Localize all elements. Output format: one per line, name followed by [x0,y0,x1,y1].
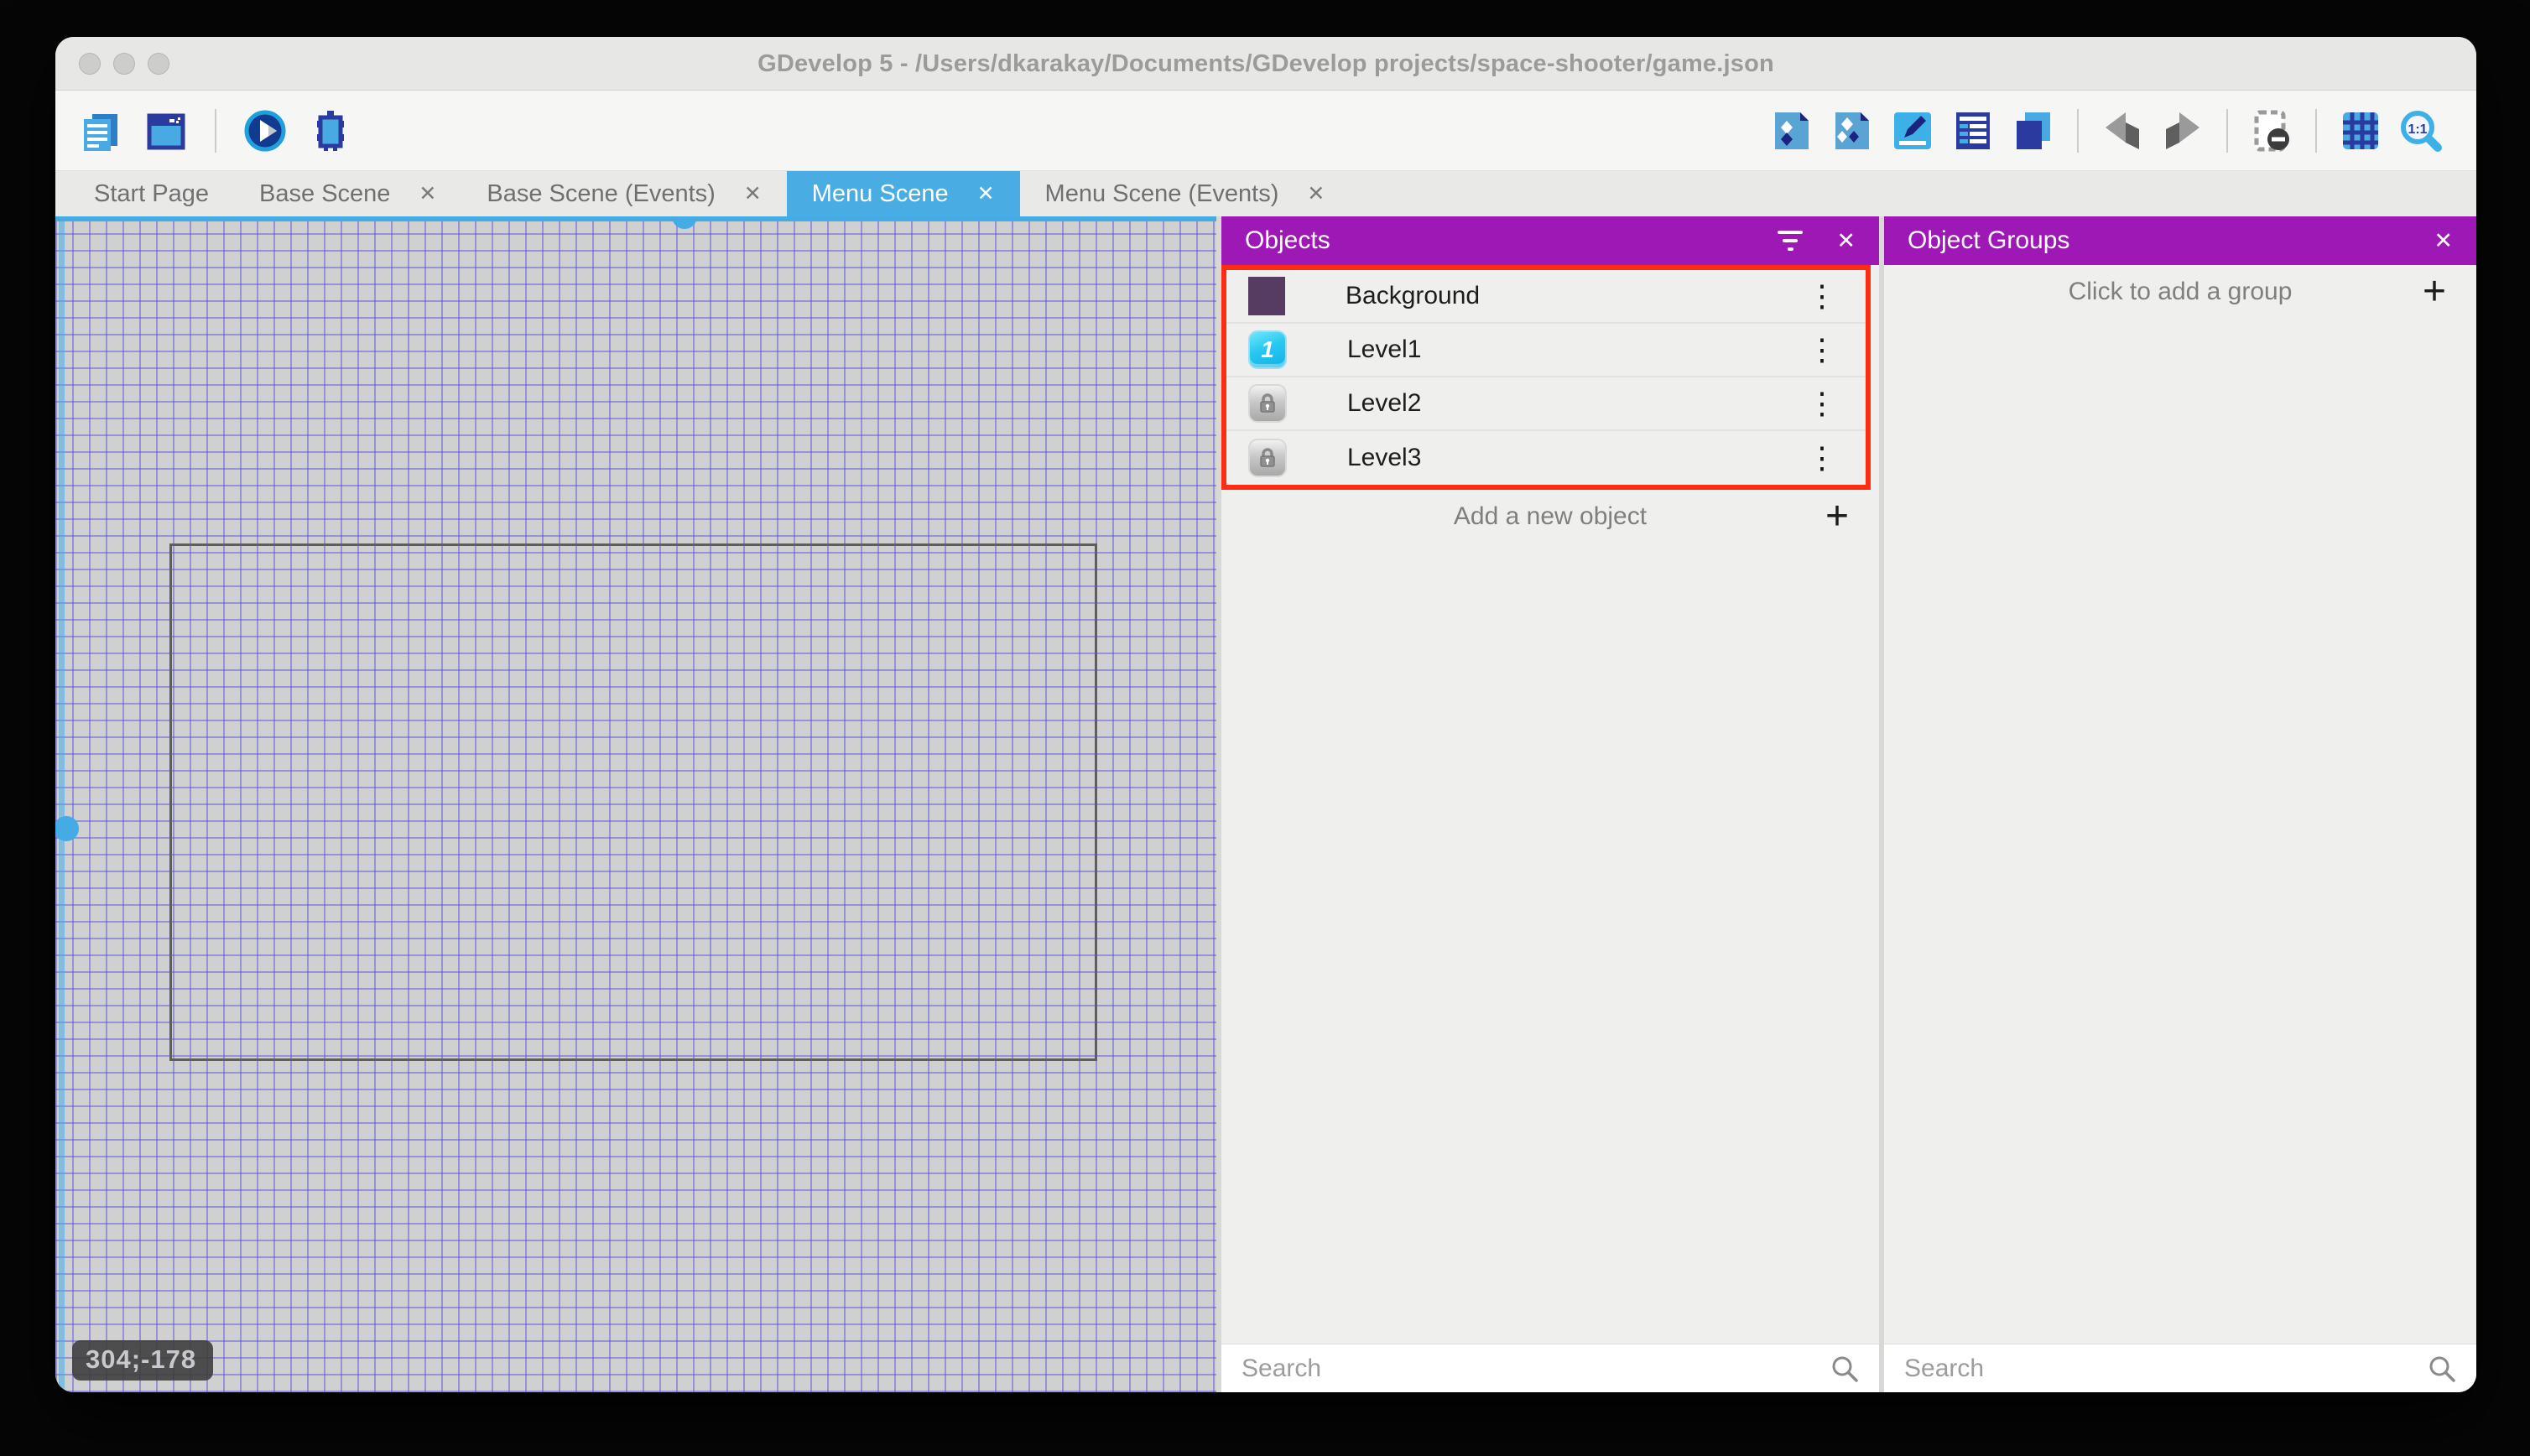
level1-badge: 1 [1261,336,1274,362]
object-groups-panel-header: Object Groups ✕ [1884,216,2476,265]
object-name: Background [1346,282,1481,309]
add-group-label: Click to add a group [2068,278,2293,305]
tab-label: Menu Scene [811,179,949,207]
tab-menu-scene-events[interactable]: Menu Scene (Events) ✕ [1020,171,1351,216]
plus-icon[interactable]: + [2423,272,2446,312]
play-button[interactable] [242,107,289,154]
close-tab-icon[interactable]: ✕ [1307,183,1325,205]
close-tab-icon[interactable]: ✕ [419,183,436,205]
toggle-grid-icon[interactable] [2337,107,2384,154]
close-tab-icon[interactable]: ✕ [744,183,762,205]
undo-icon[interactable] [2099,107,2146,154]
redo-icon[interactable] [2159,107,2206,154]
tab-label: Start Page [94,179,210,207]
objects-list-highlight: Background ⋮ 1 Level1 ⋮ Level2 ⋮ Level3 … [1221,265,1871,490]
search-icon[interactable] [1830,1355,1859,1383]
toolbar-divider [2226,108,2228,153]
lock-icon [1248,384,1287,423]
object-groups-panel: Object Groups ✕ Click to add a group + [1879,216,2476,1392]
toolbar-divider [2077,108,2079,153]
selection-top-handle[interactable] [672,216,697,229]
tab-base-scene-events[interactable]: Base Scene (Events) ✕ [461,171,786,216]
objects-search-input[interactable] [1242,1354,1830,1383]
object-menu-icon[interactable]: ⋮ [1807,443,1837,473]
object-menu-icon[interactable]: ⋮ [1807,281,1837,311]
zoom-ratio-label: 1:1 [2408,122,2427,137]
zoom-original-icon[interactable]: 1:1 [2397,107,2444,154]
objects-panel-title: Objects [1245,226,1330,254]
window-title: GDevelop 5 - /Users/dkarakay/Documents/G… [757,49,1774,77]
tab-start-page[interactable]: Start Page [69,171,234,216]
background-object-icon [1248,277,1285,315]
object-row-level3[interactable]: Level3 ⋮ [1226,431,1866,485]
scene-canvas[interactable]: 304;-178 [55,216,1216,1392]
toggle-mask-icon[interactable] [2248,107,2295,154]
toolbar-right-group: 1:1 [1768,107,2476,154]
close-object-groups-panel-icon[interactable]: ✕ [2434,229,2453,252]
level1-object-icon: 1 [1248,330,1287,369]
objects-search-bar [1221,1344,1879,1392]
objects-panel-empty-area [1221,543,1879,1344]
selection-left-handle[interactable] [55,816,79,841]
object-row-level1[interactable]: 1 Level1 ⋮ [1226,324,1866,377]
scene-window-icon[interactable] [143,107,190,154]
lock-icon [1248,439,1287,477]
tab-base-scene[interactable]: Base Scene ✕ [234,171,461,216]
toolbar-left-group [55,107,354,154]
object-row-background[interactable]: Background ⋮ [1226,270,1866,324]
export-object-icon[interactable] [1768,107,1815,154]
objects-list-icon[interactable] [1829,107,1876,154]
object-name: Level3 [1347,444,1422,471]
tab-label: Base Scene [259,179,391,207]
tab-menu-scene[interactable]: Menu Scene ✕ [786,171,1020,216]
add-object-button[interactable]: Add a new object + [1221,490,1879,543]
edit-scene-icon[interactable] [1889,107,1936,154]
object-menu-icon[interactable]: ⋮ [1807,335,1837,365]
layers-icon[interactable] [2010,107,2057,154]
toolbar-divider [215,108,216,153]
project-manager-icon[interactable] [77,107,124,154]
tab-label: Base Scene (Events) [487,179,716,207]
filter-icon[interactable] [1778,231,1804,251]
scene-window-frame [169,543,1097,1061]
cursor-coordinates-badge: 304;-178 [72,1340,214,1381]
instances-list-icon[interactable] [1950,107,1996,154]
editor-tab-bar: Start Page Base Scene ✕ Base Scene (Even… [55,171,2476,216]
main-toolbar: 1:1 [55,91,2476,171]
plus-icon[interactable]: + [1825,497,1849,537]
object-menu-icon[interactable]: ⋮ [1807,388,1837,419]
selection-top-edge [55,216,1216,229]
add-group-button[interactable]: Click to add a group + [1884,265,2476,319]
close-objects-panel-icon[interactable]: ✕ [1836,229,1856,252]
title-bar: GDevelop 5 - /Users/dkarakay/Documents/G… [55,37,2476,91]
selection-left-edge [55,216,79,1392]
search-icon[interactable] [2428,1355,2456,1383]
objects-panel-header: Objects ✕ [1221,216,1879,265]
object-groups-search-input[interactable] [1904,1354,2428,1383]
gdevelop-window: GDevelop 5 - /Users/dkarakay/Documents/G… [55,37,2476,1392]
objects-panel: Objects ✕ Background ⋮ 1 Level1 ⋮ Level2… [1216,216,1879,1392]
object-groups-panel-title: Object Groups [1908,226,2070,254]
object-row-level2[interactable]: Level2 ⋮ [1226,377,1866,431]
object-name: Level1 [1347,335,1422,363]
object-name: Level2 [1347,389,1422,417]
tab-label: Menu Scene (Events) [1044,179,1279,207]
object-groups-empty-area [1884,319,2476,1344]
debug-button[interactable] [307,107,354,154]
object-groups-search-bar [1884,1344,2476,1392]
main-content: 304;-178 Objects ✕ Background ⋮ 1 Level1… [55,216,2476,1392]
add-object-label: Add a new object [1453,502,1648,530]
close-tab-icon[interactable]: ✕ [977,183,995,205]
toolbar-divider [2315,108,2317,153]
